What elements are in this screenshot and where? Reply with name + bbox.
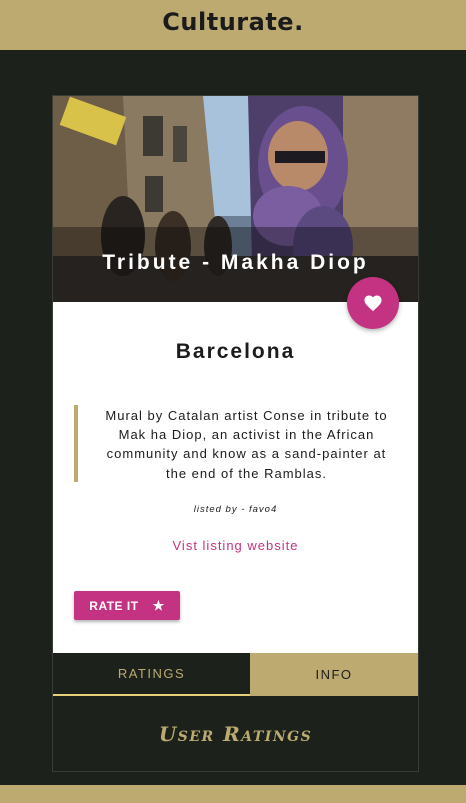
description-text: Mural by Catalan artist Conse in tribute… <box>105 408 388 481</box>
tab-bar: RATINGS INFO <box>53 653 418 696</box>
tab-ratings[interactable]: RATINGS <box>53 653 250 696</box>
app-header: Culturate. <box>0 0 466 50</box>
listing-city: Barcelona <box>175 340 296 363</box>
listing-card: Tribute - Makha Diop Barcelona Mural by … <box>52 95 419 772</box>
listed-by: listed by - favo4 <box>193 504 278 515</box>
listing-image: Tribute - Makha Diop <box>53 96 418 302</box>
star-icon: ★ <box>152 597 165 613</box>
listing-website-link[interactable]: Vist listing website <box>53 538 418 553</box>
rate-it-button[interactable]: RATE IT ★ <box>74 591 180 620</box>
user-ratings-heading: User Ratings <box>158 721 313 746</box>
rate-it-label: RATE IT <box>89 598 139 613</box>
favorite-button[interactable] <box>347 277 399 329</box>
heart-icon <box>364 295 382 312</box>
tab-info[interactable]: INFO <box>250 653 418 696</box>
listing-title: Tribute - Makha Diop <box>102 251 369 274</box>
ratings-panel: User Ratings <box>53 696 418 771</box>
app-footer <box>0 785 466 803</box>
brand-logo[interactable]: Culturate. <box>162 8 303 36</box>
listing-description: Mural by Catalan artist Conse in tribute… <box>74 405 399 482</box>
